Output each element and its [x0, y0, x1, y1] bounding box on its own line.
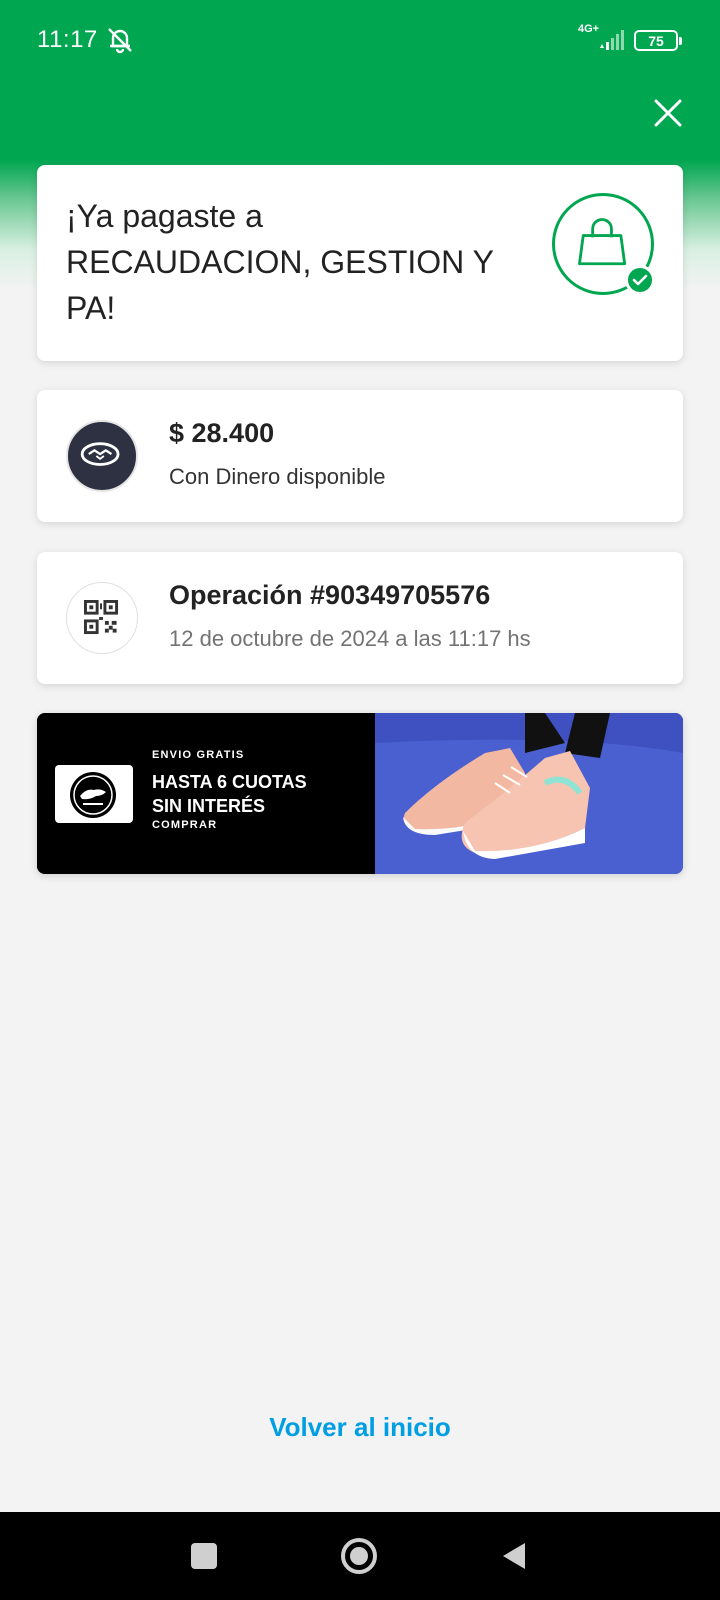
payment-amount: $ 28.400	[169, 418, 275, 448]
handshake-icon	[66, 420, 138, 492]
battery-icon: 75	[634, 30, 682, 51]
operation-datetime: 12 de octubre de 2024 a las 11:17 hs	[169, 626, 531, 651]
status-time: 11:17	[37, 26, 98, 53]
operation-number: Operación #90349705576	[169, 580, 491, 610]
operation-card: Operación #90349705576 12 de octubre de …	[37, 552, 683, 684]
signal-icon	[600, 30, 624, 50]
check-icon	[625, 265, 655, 295]
recents-icon[interactable]	[191, 1543, 217, 1569]
home-icon[interactable]	[341, 1538, 377, 1574]
banner-cta[interactable]: COMPRAR	[152, 819, 217, 831]
banner-headline-line-2: SIN INTERÉS	[152, 796, 266, 816]
jaguar-logo-mark	[70, 772, 116, 818]
success-title: ¡Ya pagaste a RECAUDACION, GESTION Y PA!	[66, 198, 494, 326]
success-card: ¡Ya pagaste a RECAUDACION, GESTION Y PA!	[37, 165, 683, 361]
navigation-bar	[0, 1512, 720, 1600]
promo-banner[interactable]: ENVIO GRATIS HASTA 6 CUOTAS SIN INTERÉS …	[37, 713, 683, 874]
banner-headline-line-1: HASTA 6 CUOTAS	[152, 772, 307, 792]
battery-level: 75	[648, 32, 664, 49]
payment-method: Con Dinero disponible	[169, 464, 386, 489]
back-icon[interactable]	[501, 1541, 527, 1571]
banner-headline: HASTA 6 CUOTAS SIN INTERÉS	[152, 770, 307, 818]
status-bar: 11:17 4G+ 75	[0, 0, 720, 80]
bell-off-icon	[108, 28, 132, 54]
payment-amount-card: $ 28.400 Con Dinero disponible	[37, 390, 683, 522]
sneakers-image	[375, 713, 683, 874]
banner-text-area: ENVIO GRATIS HASTA 6 CUOTAS SIN INTERÉS …	[37, 713, 375, 874]
network-type: 4G+	[578, 23, 600, 35]
qr-code-icon	[66, 582, 138, 654]
close-icon[interactable]	[650, 95, 686, 131]
banner-tag: ENVIO GRATIS	[152, 749, 245, 761]
jaguar-logo	[55, 765, 133, 823]
back-to-home-link[interactable]: Volver al inicio	[0, 1412, 720, 1443]
